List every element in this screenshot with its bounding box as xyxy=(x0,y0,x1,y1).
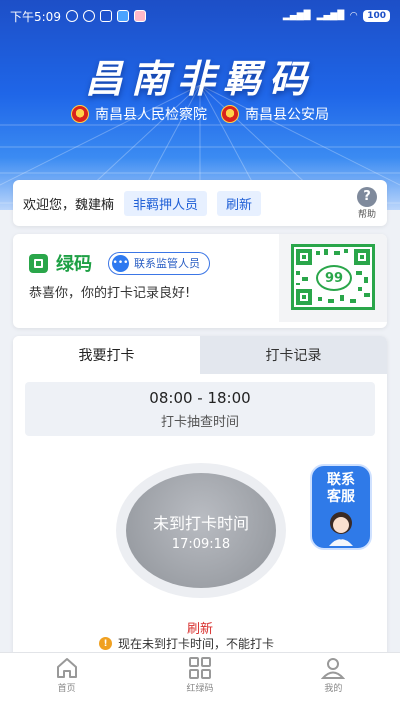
bottom-navigation: 首页 红绿码 我的 xyxy=(0,652,400,711)
checkin-tabs: 我要打卡 打卡记录 xyxy=(13,336,387,374)
wifi-icon: ◠ xyxy=(350,11,358,21)
procuratorate-emblem-icon xyxy=(71,105,89,123)
checkin-button-ring: 未到打卡时间 17:09:18 xyxy=(116,463,286,598)
question-icon: ? xyxy=(357,186,377,207)
app-notification-icon xyxy=(99,10,112,22)
status-time: 下午5:09 xyxy=(10,9,61,24)
qr-code-area[interactable]: 99 xyxy=(279,234,387,322)
time-range: 08:00 - 18:00 xyxy=(149,389,251,407)
agency-label: 南昌县人民检察院 xyxy=(95,107,207,123)
app-title: 昌南非羁码 xyxy=(84,57,315,101)
code-status-row: 绿码 ••• 联系监管人员 xyxy=(29,250,210,276)
customer-service-label: 联系 客服 xyxy=(312,472,370,506)
grid-icon xyxy=(188,657,211,679)
checkin-time-window: 08:00 - 18:00 打卡抽查时间 xyxy=(25,382,375,436)
checkin-button[interactable]: 未到打卡时间 17:09:18 xyxy=(126,473,276,588)
nav-profile[interactable]: 我的 xyxy=(267,653,400,711)
code-message: 恭喜你，你的打卡记录良好! xyxy=(29,286,191,301)
current-time: 17:09:18 xyxy=(171,536,231,552)
customer-service-button[interactable]: 联系 客服 xyxy=(310,464,372,550)
agency-list: 南昌县人民检察院 南昌县公安局 xyxy=(0,104,400,124)
chat-bubble-icon: ••• xyxy=(112,254,129,272)
service-label-line2: 客服 xyxy=(327,489,355,505)
contact-supervisor-button[interactable]: ••• 联系监管人员 xyxy=(108,251,210,275)
help-label: 帮助 xyxy=(357,209,376,220)
warning-icon: ! xyxy=(99,637,112,650)
checkin-panel: 我要打卡 打卡记录 08:00 - 18:00 打卡抽查时间 未到打卡时间 17… xyxy=(13,336,387,666)
help-button[interactable]: ? 帮助 xyxy=(357,186,377,220)
police-emblem-icon xyxy=(221,105,239,123)
nav-home-label: 首页 xyxy=(57,684,76,694)
nav-code-label: 红绿码 xyxy=(186,684,214,694)
chat-app-icon xyxy=(116,10,129,22)
refresh-button[interactable]: 刷新 xyxy=(217,190,262,216)
status-bar: 下午5:09 ▂▄▆█ ▂▄▆█ ◠ 100 xyxy=(0,0,400,32)
welcome-card: 欢迎您，魏建楠 非羁押人员 刷新 ? 帮助 xyxy=(13,180,387,226)
signal-icon-2: ▂▄▆█ xyxy=(316,11,345,21)
welcome-greeting: 欢迎您，魏建楠 xyxy=(23,197,115,213)
header-banner: 下午5:09 ▂▄▆█ ▂▄▆█ ◠ 100 昌南非羁码 南昌县人民检察院 南昌… xyxy=(0,0,400,210)
tab-checkin[interactable]: 我要打卡 xyxy=(13,336,200,374)
qr-code: 99 xyxy=(291,244,375,310)
health-code-card: 绿码 ••• 联系监管人员 恭喜你，你的打卡记录良好! 99 xyxy=(13,234,387,328)
agency-label: 南昌县公安局 xyxy=(245,107,329,123)
agency-procuratorate: 南昌县人民检察院 xyxy=(71,104,207,124)
notice-text: 现在未到打卡时间，不能打卡 xyxy=(118,637,275,651)
gallery-icon xyxy=(133,10,146,22)
home-icon xyxy=(56,658,77,678)
nav-code[interactable]: 红绿码 xyxy=(133,653,266,711)
service-label-line1: 联系 xyxy=(327,472,355,488)
checkin-button-label: 未到打卡时间 xyxy=(152,513,249,533)
contact-supervisor-label: 联系监管人员 xyxy=(134,257,200,270)
green-code-icon xyxy=(29,253,48,273)
user-icon xyxy=(321,658,346,679)
checkin-notice: ! 现在未到打卡时间，不能打卡 xyxy=(99,635,274,652)
qr-score-badge: 99 xyxy=(316,265,352,291)
alarm-icon xyxy=(82,10,95,22)
time-range-label: 打卡抽查时间 xyxy=(160,415,239,430)
code-status-label: 绿码 xyxy=(56,254,92,275)
nav-profile-label: 我的 xyxy=(324,684,343,694)
vpn-icon xyxy=(65,10,78,22)
signal-icon: ▂▄▆█ xyxy=(282,11,311,21)
agency-police: 南昌县公安局 xyxy=(221,104,329,124)
nav-home[interactable]: 首页 xyxy=(0,653,133,711)
service-agent-icon xyxy=(329,512,353,546)
tab-checkin-records[interactable]: 打卡记录 xyxy=(200,336,387,374)
role-chip: 非羁押人员 xyxy=(124,190,208,216)
battery-icon: 100 xyxy=(363,10,390,22)
